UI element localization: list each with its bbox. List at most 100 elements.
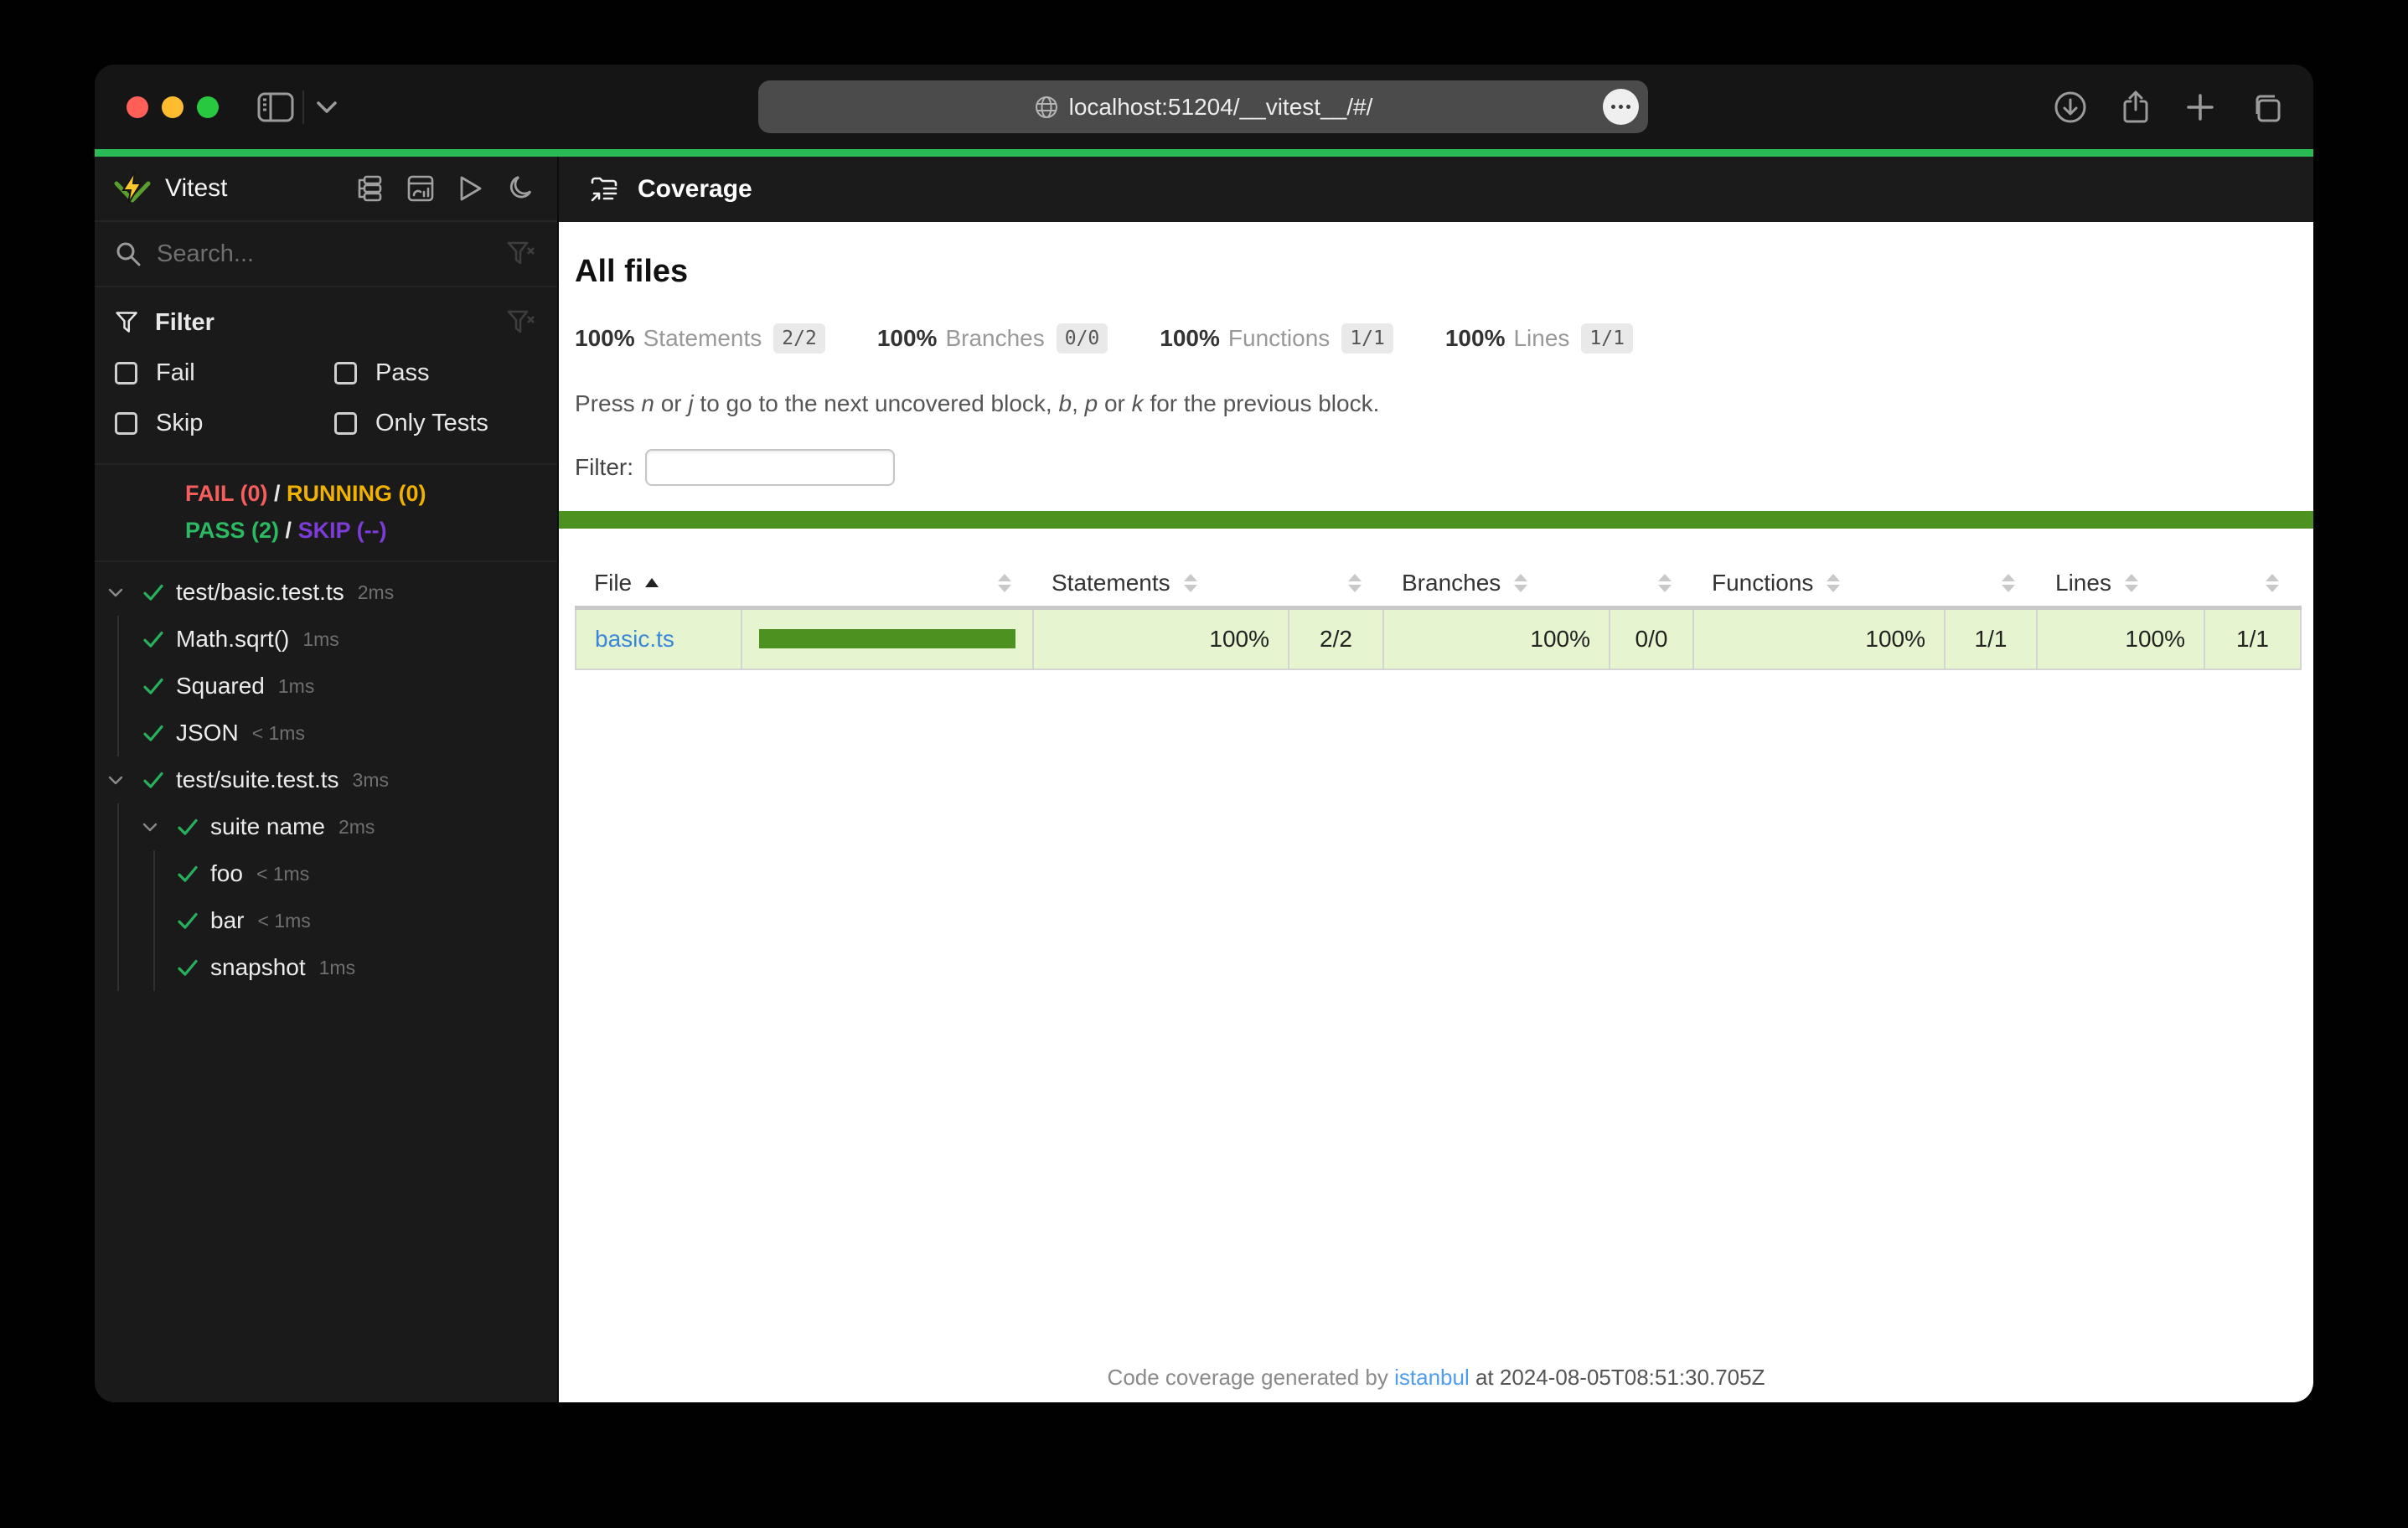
filter-checkbox-pass[interactable]: Pass: [334, 351, 535, 395]
col-header-file[interactable]: File: [576, 560, 742, 610]
col-header-statements-fraction[interactable]: [1289, 560, 1383, 610]
col-header-statements[interactable]: Statements: [1033, 560, 1289, 610]
vitest-sidebar: Vitest Search... Filter Fail Pass Skip O…: [95, 157, 559, 1402]
coverage-header: Coverage: [559, 157, 2313, 222]
pass-check-icon: [141, 674, 166, 699]
clear-filter-icon[interactable]: [507, 310, 535, 335]
footer-timestamp: at 2024-08-05T08:51:30.705Z: [1469, 1365, 1765, 1390]
test-case-row[interactable]: foo < 1ms: [95, 850, 557, 897]
filter-options: Fail Pass Skip Only Tests: [115, 351, 535, 445]
sort-icon[interactable]: [2002, 573, 2015, 592]
chevron-down-icon[interactable]: [316, 101, 338, 114]
expand-chevron-icon[interactable]: [106, 582, 131, 602]
sort-icon[interactable]: [1514, 573, 1528, 592]
summary-percent: 100%: [1160, 325, 1220, 351]
coverage-table: File Statements Branches Functions Lines basi…: [575, 560, 2302, 670]
lines-fraction: 1/1: [2204, 607, 2302, 670]
summary-percent: 100%: [1444, 325, 1506, 351]
coverage-bar-cell: [741, 607, 1034, 670]
summary-fraction: 0/0: [1056, 323, 1108, 354]
address-bar[interactable]: localhost:51204/__vitest__/#/: [758, 80, 1648, 133]
col-header-functions[interactable]: Functions: [1693, 560, 1945, 610]
filter-checkbox-skip[interactable]: Skip: [115, 401, 334, 445]
test-duration: 2ms: [357, 581, 395, 603]
sort-icon[interactable]: [1658, 573, 1672, 592]
istanbul-link[interactable]: istanbul: [1394, 1365, 1470, 1390]
sort-asc-icon[interactable]: [645, 578, 659, 588]
sort-icon[interactable]: [1827, 573, 1841, 592]
col-header-branches[interactable]: Branches: [1383, 560, 1610, 610]
minimize-button[interactable]: [162, 96, 183, 118]
checkbox-label: Skip: [156, 409, 204, 436]
test-name: test/basic.test.ts: [176, 579, 344, 605]
clear-search-filter-icon[interactable]: [507, 241, 535, 266]
tree-guide-line: [117, 616, 119, 663]
statements-pct: 100%: [1032, 607, 1289, 670]
coverage-summary: 100% Statements 2/2 100% Branches 0/0 100% Func…: [559, 323, 2313, 354]
checkbox-label: Only Tests: [375, 409, 488, 436]
coverage-status-strip: [559, 511, 2313, 529]
test-case-row[interactable]: Squared 1ms: [95, 663, 557, 710]
globe-icon: [1034, 95, 1059, 120]
pass-check-icon: [175, 814, 200, 839]
sort-icon[interactable]: [1183, 573, 1197, 592]
filter-checkbox-fail[interactable]: Fail: [115, 351, 334, 395]
summary-label: Lines: [1513, 325, 1570, 351]
filter-title: Filter: [155, 308, 214, 336]
close-button[interactable]: [127, 96, 148, 118]
test-duration: < 1ms: [257, 909, 311, 932]
url-text[interactable]: localhost:51204/__vitest__/#/: [1069, 94, 1373, 121]
sort-icon[interactable]: [2124, 573, 2138, 592]
zoom-button[interactable]: [197, 96, 219, 118]
coverage-filter-input[interactable]: [645, 449, 895, 486]
file-link[interactable]: basic.ts: [595, 626, 674, 652]
search-input[interactable]: [157, 240, 507, 268]
branches-fraction: 0/0: [1609, 607, 1694, 670]
dark-mode-icon[interactable]: [507, 174, 535, 203]
column-label: Branches: [1402, 569, 1501, 596]
col-header-lines[interactable]: Lines: [2037, 560, 2204, 610]
tree-view-icon[interactable]: [355, 174, 384, 203]
running-count: RUNNING (0): [287, 481, 426, 506]
test-file-row[interactable]: test/basic.test.ts 2ms: [95, 569, 557, 616]
test-case-row[interactable]: JSON < 1ms: [95, 710, 557, 756]
run-status-summary: FAIL (0) / RUNNING (0) PASS (2) / SKIP (…: [95, 465, 557, 562]
col-header-functions-fraction[interactable]: [1945, 560, 2037, 610]
test-case-row[interactable]: Math.sqrt() 1ms: [95, 616, 557, 663]
tree-guide-line: [153, 850, 155, 897]
tree-guide-line: [153, 944, 155, 991]
browser-toolbar: localhost:51204/__vitest__/#/: [95, 65, 2313, 149]
filter-checkbox-only-tests[interactable]: Only Tests: [334, 401, 535, 445]
test-case-row[interactable]: suite name 2ms: [95, 803, 557, 850]
sidebar-toggle-icon[interactable]: [257, 92, 294, 122]
dashboard-icon[interactable]: [406, 174, 435, 203]
test-duration: < 1ms: [256, 862, 310, 885]
col-header-graph[interactable]: [742, 560, 1033, 610]
test-name: foo: [210, 860, 243, 886]
statements-fraction: 2/2: [1288, 607, 1384, 670]
more-options-icon[interactable]: [1603, 89, 1639, 125]
sort-icon[interactable]: [1348, 573, 1362, 592]
expand-chevron-icon[interactable]: [140, 817, 165, 837]
summary-percent: 100%: [575, 325, 635, 351]
summary-fraction: 1/1: [1581, 323, 1633, 354]
share-icon[interactable]: [2118, 90, 2153, 125]
sort-icon[interactable]: [2266, 573, 2279, 592]
pass-check-icon: [175, 955, 200, 980]
col-header-lines-fraction[interactable]: [2204, 560, 2301, 610]
test-case-row[interactable]: bar < 1ms: [95, 897, 557, 944]
tab-overview-icon[interactable]: [2247, 89, 2284, 126]
test-file-row[interactable]: test/suite.test.ts 3ms: [95, 756, 557, 803]
coverage-bar: [759, 629, 1015, 649]
test-case-row[interactable]: snapshot 1ms: [95, 944, 557, 991]
col-header-branches-fraction[interactable]: [1610, 560, 1693, 610]
column-label: Lines: [2055, 569, 2111, 596]
new-tab-icon[interactable]: [2183, 90, 2217, 124]
run-all-icon[interactable]: [457, 174, 484, 203]
pass-count: PASS (2): [185, 518, 280, 543]
sort-icon[interactable]: [998, 573, 1011, 592]
expand-chevron-icon[interactable]: [106, 770, 131, 790]
download-icon[interactable]: [2053, 90, 2088, 125]
tree-guide-line: [153, 897, 155, 944]
theme-accent-line: [95, 149, 2313, 157]
